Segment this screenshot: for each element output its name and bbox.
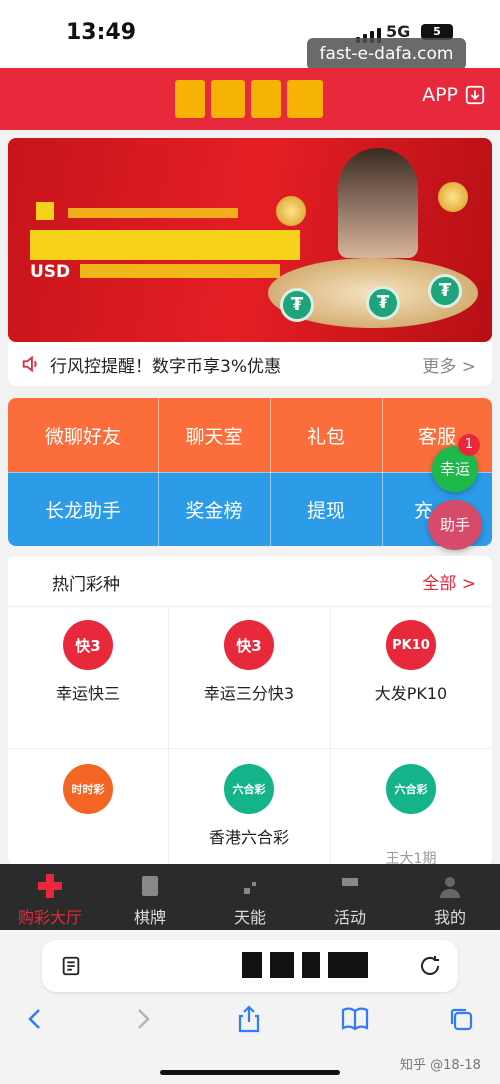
grid-item-label: 客服 — [417, 425, 456, 448]
tether-coin-icon: ₮ — [366, 286, 400, 320]
cross-icon — [38, 874, 62, 898]
grid-item-label: 提现 — [306, 499, 345, 522]
function-grid: 微聊好友 聊天室 礼包 客服 长龙助手 奖金榜 提现 充 — [8, 398, 492, 546]
lucky-badge: 1 — [458, 434, 480, 456]
pk10-icon: PK10 — [386, 620, 436, 670]
lottery-card-pk10[interactable]: PK10 大发PK10 — [331, 608, 491, 758]
icon-text: 快3 — [75, 636, 101, 655]
url-watermark-chip: fast-e-dafa.com — [307, 38, 466, 70]
tether-coin-icon: ₮ — [428, 274, 462, 308]
icon-text: PK10 — [392, 637, 430, 653]
view-all-link[interactable]: 全部 > — [422, 569, 476, 594]
banner-currency: USD — [30, 262, 71, 282]
icon-text: 快3 — [236, 636, 262, 655]
notice-more-link[interactable]: 更多 > — [422, 352, 476, 377]
tether-coin-icon: ₮ — [280, 288, 314, 322]
tab-label: 活动 — [333, 908, 366, 927]
home-indicator — [160, 1070, 340, 1075]
banner-model-image — [338, 148, 418, 258]
notice-bar[interactable]: 行风控提醒！数字币享3%优惠 更多 > — [8, 342, 492, 386]
tab-lottery-hall[interactable]: 购彩大厅 — [0, 864, 100, 930]
zhihu-watermark: 知乎 @18-18 — [400, 1058, 481, 1073]
reload-icon[interactable] — [418, 954, 442, 978]
user-icon — [440, 877, 460, 898]
tab-tianneng[interactable]: 天能 — [200, 864, 300, 930]
grid-item-label: 长龙助手 — [44, 499, 121, 522]
grid-item-withdraw[interactable]: 提现 — [270, 472, 382, 546]
icon-text: 六合彩 — [232, 783, 266, 796]
tab-label: 我的 — [433, 908, 466, 927]
tab-activity[interactable]: 活动 — [300, 864, 400, 930]
lottery-name: 大发PK10 — [374, 684, 448, 703]
tab-label: 购彩大厅 — [17, 908, 82, 927]
k3-icon: 快3 — [63, 620, 113, 670]
speaker-icon — [22, 355, 37, 373]
mark6-icon: 六合彩 — [224, 764, 274, 814]
bottom-tab-bar: 购彩大厅 棋牌 天能 活动 我的 — [0, 864, 500, 930]
grid-item-label: 礼包 — [306, 425, 345, 448]
forward-icon[interactable] — [128, 1004, 158, 1034]
promo-banner[interactable]: USD ₮ ₮ ₮ — [8, 138, 492, 342]
domain-text-redacted — [242, 952, 368, 978]
game-icon — [244, 882, 256, 894]
ssc-icon: 时时彩 — [63, 764, 113, 814]
brand-logo — [175, 80, 325, 118]
app-label: APP — [422, 84, 458, 106]
tab-chess[interactable]: 棋牌 — [100, 864, 200, 930]
lottery-name: 香港六合彩 — [208, 828, 289, 847]
bookmarks-icon[interactable] — [340, 1004, 370, 1034]
grid-item-label: 奖金榜 — [185, 499, 243, 522]
helper-float-button[interactable]: 助手 — [428, 500, 482, 550]
download-icon — [465, 85, 485, 105]
lottery-name: 幸运快三 — [55, 684, 120, 703]
cards-icon — [142, 876, 158, 896]
tabs-icon[interactable] — [446, 1004, 476, 1034]
hot-lottery-section: 热门彩种 全部 > 快3 幸运快三 快3 幸运三分快3 PK10 大发PK10 … — [8, 556, 492, 867]
section-title: 热门彩种 — [52, 575, 120, 595]
lottery-name: 幸运三分快3 — [203, 684, 295, 703]
lottery-card-lucky-3min-k3[interactable]: 快3 幸运三分快3 — [169, 608, 329, 758]
app-header: APP — [0, 68, 500, 130]
tab-label: 天能 — [233, 908, 266, 927]
back-icon[interactable] — [20, 1004, 50, 1034]
k3-icon: 快3 — [224, 620, 274, 670]
grid-item-prize-list[interactable]: 奖金榜 — [158, 472, 270, 546]
grid-item-label: 微聊好友 — [44, 425, 121, 448]
icon-text: 六合彩 — [394, 783, 428, 796]
grid-item-label: 聊天室 — [185, 425, 243, 448]
grid-item-dragon-helper[interactable]: 长龙助手 — [8, 472, 158, 546]
hot-lottery-header: 热门彩种 全部 > — [8, 556, 492, 606]
mark6-icon: 六合彩 — [386, 764, 436, 814]
app-download-button[interactable]: APP — [422, 84, 486, 106]
lottery-card-lucky-k3[interactable]: 快3 幸运快三 — [8, 608, 168, 758]
grid-item-gift[interactable]: 礼包 — [270, 398, 382, 472]
reader-icon[interactable] — [60, 955, 82, 977]
tab-mine[interactable]: 我的 — [400, 864, 500, 930]
notice-text: 行风控提醒！数字币享3%优惠 — [50, 356, 281, 377]
grid-item-chat-friends[interactable]: 微聊好友 — [8, 398, 158, 472]
tab-label: 棋牌 — [133, 908, 166, 927]
icon-text: 时时彩 — [71, 783, 105, 796]
status-time: 13:49 — [66, 20, 137, 45]
gift-icon — [342, 878, 358, 886]
grid-item-chatroom[interactable]: 聊天室 — [158, 398, 270, 472]
share-icon[interactable] — [234, 1004, 264, 1034]
address-bar[interactable] — [42, 940, 458, 992]
